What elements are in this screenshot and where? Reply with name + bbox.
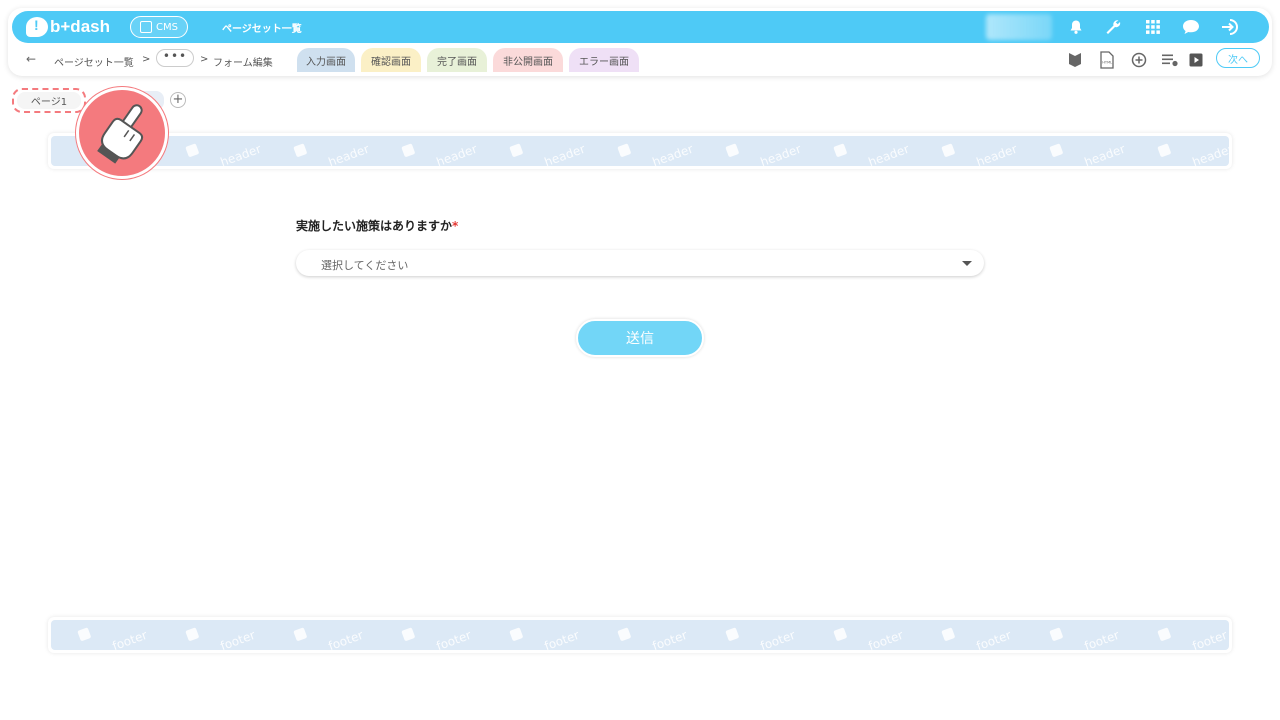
video-play-icon[interactable] [1186,50,1206,70]
chat-icon[interactable] [1180,16,1202,38]
image-placeholder-icon [1157,627,1171,641]
grid-icon[interactable] [1142,16,1164,38]
required-mark: * [452,219,459,233]
image-placeholder-icon [401,627,415,641]
pointing-hand-icon [97,104,144,164]
settings-list-icon[interactable] [1160,50,1180,70]
tab-label: 確認画面 [371,56,411,68]
image-placeholder-icon [1049,627,1063,641]
image-placeholder-icon [401,143,415,157]
footer-watermark-pattern: footer footer footer footer footer footer foot… [77,627,1229,650]
watermark-text: footer [434,628,473,650]
watermark-text: header [326,142,371,166]
watermark-text: footer [326,628,365,650]
image-placeholder-icon [509,627,523,641]
tab-label: 完了画面 [437,56,477,68]
watermark-text: footer [866,628,905,650]
logo-text: b+dash [50,17,110,36]
tab-confirm-screen[interactable]: 確認画面 [361,48,421,72]
image-placeholder-icon [77,627,91,641]
caret-down-icon [962,261,972,266]
image-placeholder-icon [293,143,307,157]
watermark-text: header [542,142,587,166]
tab-error-screen[interactable]: エラー画面 [569,48,639,72]
image-placeholder-icon [833,627,847,641]
header-area[interactable]: header header header header header header head… [48,133,1232,169]
svg-text:HTML: HTML [1102,61,1112,65]
page-title: ページセット一覧 [222,24,302,35]
image-placeholder-icon [185,143,199,157]
watermark-text: footer [110,628,149,650]
tab-complete-screen[interactable]: 完了画面 [427,48,487,72]
top-bar: b+dash CMS ページセット一覧 [12,11,1269,43]
sub-toolbar: ← ページセット一覧 > ••• > フォーム編集 入力画面 確認画面 完了画面… [0,46,1280,74]
image-placeholder-icon [1157,143,1171,157]
add-circle-icon[interactable] [1129,50,1149,70]
bell-icon[interactable] [1065,16,1087,38]
watermark-text: footer [218,628,257,650]
tab-input-screen[interactable]: 入力画面 [297,48,355,72]
image-placeholder-icon [293,627,307,641]
watermark-text: header [1082,142,1127,166]
logout-icon[interactable] [1219,16,1241,38]
user-info-blurred[interactable] [986,14,1052,40]
edit-icon [140,21,153,33]
image-placeholder-icon [833,143,847,157]
tab-label: エラー画面 [579,56,629,68]
brand-logo[interactable]: b+dash [26,15,110,39]
question-label: 実施したい施策はありますか* [296,217,458,234]
pointer-hint-badge [76,87,168,179]
image-placeholder-icon [1049,143,1063,157]
watermark-text: header [1190,142,1229,166]
watermark-text: footer [542,628,581,650]
add-page-button[interactable]: + [170,92,186,108]
image-placeholder-icon [941,143,955,157]
watermark-text: footer [974,628,1013,650]
page-tab-1[interactable]: ページ1 [17,92,81,109]
logo-icon [26,17,48,37]
breadcrumb-separator: > [142,54,151,65]
header-watermark-pattern: header header header header header header head… [77,142,1229,166]
page-tab-highlight: ページ1 [12,88,86,113]
watermark-text: footer [650,628,689,650]
watermark-text: header [434,142,479,166]
watermark-text: header [758,142,803,166]
footer-area[interactable]: footer footer footer footer footer footer foot… [48,617,1232,653]
watermark-text: header [218,142,263,166]
select-placeholder: 選択してください [321,259,409,272]
next-button[interactable]: 次へ [1216,48,1260,68]
image-placeholder-icon [725,143,739,157]
breadcrumb-more-button[interactable]: ••• [156,49,194,67]
watermark-text: footer [1190,628,1229,650]
image-placeholder-icon [185,627,199,641]
image-placeholder-icon [941,627,955,641]
header-placeholder: header header header header header header head… [51,136,1229,166]
breadcrumb-pageset-list[interactable]: ページセット一覧 [54,54,134,69]
watermark-text: header [974,142,1019,166]
tab-label: 非公開画面 [503,56,553,68]
beginner-mark-icon[interactable] [1065,50,1085,70]
question-text: 実施したい施策はありますか [296,219,453,233]
back-arrow-icon[interactable]: ← [26,52,36,66]
submit-button[interactable]: 送信 [576,319,704,357]
image-placeholder-icon [617,627,631,641]
tab-label: 入力画面 [306,56,346,68]
watermark-text: footer [758,628,797,650]
image-placeholder-icon [509,143,523,157]
answer-select[interactable]: 選択してください [296,250,984,276]
watermark-text: header [650,142,695,166]
watermark-text: footer [1082,628,1121,650]
cms-button[interactable]: CMS [130,16,188,38]
cms-label: CMS [156,21,178,33]
image-placeholder-icon [725,627,739,641]
breadcrumb-form-edit: フォーム編集 [213,58,273,69]
image-placeholder-icon [617,143,631,157]
watermark-text: header [866,142,911,166]
tab-private-screen[interactable]: 非公開画面 [493,48,563,72]
breadcrumb-separator: > [200,54,209,65]
html-file-icon[interactable]: HTML [1097,50,1117,70]
wrench-icon[interactable] [1102,16,1124,38]
footer-placeholder: footer footer footer footer footer footer foot… [51,620,1229,650]
